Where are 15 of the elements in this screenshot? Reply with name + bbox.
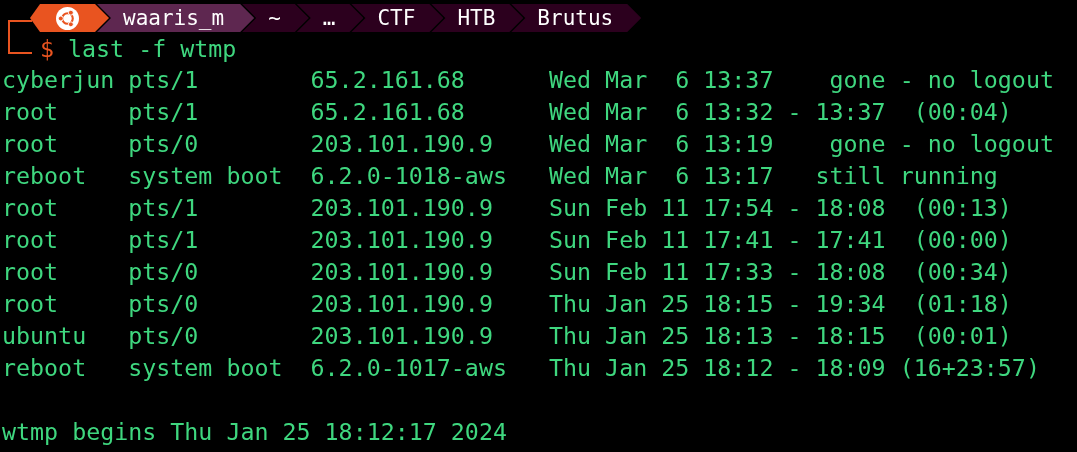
path-segment: Brutus (511, 4, 642, 32)
output-line: root pts/1 203.101.190.9 Sun Feb 11 17:41 - 17:41 (00:00) (1, 225, 1013, 255)
output-line: wtmp begins Thu Jan 25 18:12:17 2024 (1, 417, 508, 447)
output-line: root pts/0 203.101.190.9 Wed Mar 6 13:19 gone - no logout (1, 129, 1055, 159)
username-segment: waaris_m (97, 4, 255, 32)
output-line: reboot system boot 6.2.0-1017-aws Thu Jan 25 18:12 - 18:09 (16+23:57) (1, 353, 1041, 383)
output-line: root pts/0 203.101.190.9 Thu Jan 25 18:15 - 19:34 (01:18) (1, 289, 1013, 319)
command-text: last -f wtmp (68, 34, 237, 62)
output-line: reboot system boot 6.2.0-1018-aws Wed Mar 6 13:17 still running (1, 161, 999, 191)
output-line: cyberjun pts/1 65.2.161.68 Wed Mar 6 13:37 gone - no logout (1, 65, 1055, 95)
output-line: root pts/1 203.101.190.9 Sun Feb 11 17:54 - 18:08 (00:13) (1, 193, 1013, 223)
prompt-symbol: $ (40, 34, 55, 62)
output-line: root pts/1 65.2.161.68 Wed Mar 6 13:32 - 13:37 (00:04) (1, 97, 1013, 127)
output-line: ubuntu pts/0 203.101.190.9 Thu Jan 25 18:13 - 18:15 (00:01) (1, 321, 1013, 351)
output-line: root pts/0 203.101.190.9 Sun Feb 11 17:33 - 18:08 (00:34) (1, 257, 1013, 287)
